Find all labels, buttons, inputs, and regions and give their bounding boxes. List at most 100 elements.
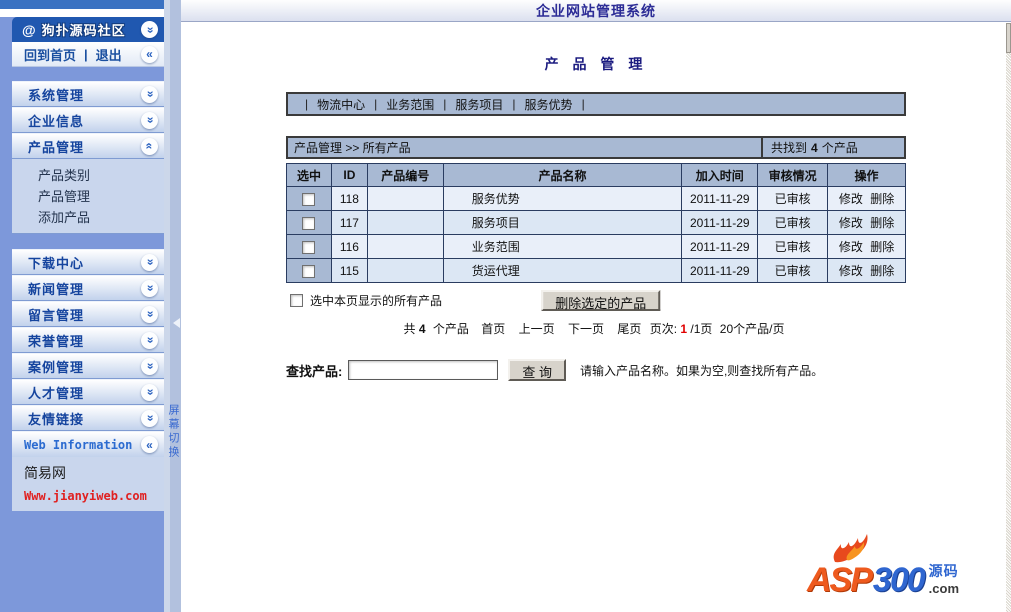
cell-name: 业务范围 xyxy=(442,234,683,259)
col-header-id: ID xyxy=(330,163,368,187)
row-checkbox[interactable] xyxy=(302,240,316,254)
cell-date: 2011-11-29 xyxy=(681,258,759,283)
delete-link[interactable]: 删除 xyxy=(870,240,894,254)
table-row: 117 服务项目 2011-11-29 已审核 修改 删除 xyxy=(286,210,906,235)
search-row: 查找产品: 查 询 请输入产品名称。如果为空,则查找所有产品。 xyxy=(286,359,906,381)
col-header-code: 产品编号 xyxy=(366,163,444,187)
sidebar-item-product-mgmt[interactable]: 产品管理 « xyxy=(12,133,164,159)
home-separator: | xyxy=(84,46,88,62)
chevron-down-icon: « xyxy=(141,409,158,427)
table-row: 115 货运代理 2011-11-29 已审核 修改 删除 xyxy=(286,258,906,283)
sidebar-item-download-center[interactable]: 下载中心 « xyxy=(12,249,164,275)
sidebar-item-honor-mgmt[interactable]: 荣誉管理 « xyxy=(12,327,164,353)
chevron-down-icon: « xyxy=(141,305,158,323)
chevron-down-icon: « xyxy=(141,85,158,103)
delete-selected-button[interactable]: 删除选定的产品 xyxy=(541,290,661,311)
delete-link[interactable]: 删除 xyxy=(870,216,894,230)
chevron-down-icon: « xyxy=(141,383,158,401)
sidebar-item-company-info[interactable]: 企业信息 « xyxy=(12,107,164,133)
pagination: 共 4 个产品 首页 上一页 下一页 尾页 页次: 1 /1页 20个产品/页 xyxy=(403,322,785,336)
collapse-arrow-icon[interactable] xyxy=(173,318,180,328)
row-checkbox[interactable] xyxy=(302,264,316,278)
cell-name: 货运代理 xyxy=(442,258,683,283)
breadcrumb: 产品管理 >> 所有产品 xyxy=(294,141,411,155)
cell-code xyxy=(366,210,444,235)
chevron-down-icon: « xyxy=(141,279,158,297)
cell-name: 服务优势 xyxy=(442,186,683,211)
flame-icon xyxy=(833,534,868,563)
search-button[interactable]: 查 询 xyxy=(508,359,566,381)
row-checkbox[interactable] xyxy=(302,216,316,230)
sidebar-item-hr-mgmt[interactable]: 人才管理 « xyxy=(12,379,164,405)
cell-id: 118 xyxy=(330,186,368,211)
category-tab-bar: | 物流中心 | 业务范围 | 服务项目 | 服务优势 | xyxy=(286,92,906,116)
product-submenu: 产品类别 产品管理 添加产品 xyxy=(12,159,164,234)
search-label: 查找产品: xyxy=(286,363,343,379)
screen-toggle-strip[interactable]: 屏幕切换 xyxy=(164,0,181,612)
cell-date: 2011-11-29 xyxy=(681,234,759,259)
cell-status: 已审核 xyxy=(757,234,829,259)
cell-code xyxy=(366,186,444,211)
chevron-down-icon: « xyxy=(141,111,158,129)
current-page: 1 xyxy=(680,322,688,336)
cell-id: 116 xyxy=(330,234,368,259)
logo-cn-text: 源码 xyxy=(928,563,959,579)
last-page-link[interactable]: 尾页 xyxy=(617,322,641,336)
brand-header: @ 狗扑源码社区 « xyxy=(12,17,164,42)
edit-link[interactable]: 修改 xyxy=(839,240,863,254)
brand-title: 狗扑源码社区 xyxy=(41,23,126,38)
delete-link[interactable]: 删除 xyxy=(870,264,894,278)
chevron-left-icon: « xyxy=(146,47,153,61)
cell-id: 117 xyxy=(330,210,368,235)
sidebar-item-links[interactable]: 友情链接 « xyxy=(12,405,164,431)
table-header-row: 选中 ID 产品编号 产品名称 加入时间 审核情况 操作 xyxy=(286,163,906,187)
sidebar-collapse-button[interactable]: « xyxy=(141,45,158,63)
tab-logistics-center[interactable]: 物流中心 xyxy=(317,96,365,113)
web-information-header[interactable]: Web Information « xyxy=(12,431,164,457)
sidebar-subitem-add-product[interactable]: 添加产品 xyxy=(12,206,164,227)
sidebar-subitem-product-mgmt[interactable]: 产品管理 xyxy=(12,185,164,206)
logout-link[interactable]: 退出 xyxy=(96,45,122,64)
found-count: 共找到 4 个产品 xyxy=(761,138,904,157)
col-header-operation: 操作 xyxy=(827,163,906,187)
main-title-bar: 企业网站管理系统 xyxy=(181,0,1011,22)
sidebar-item-system-mgmt[interactable]: 系统管理 « xyxy=(12,81,164,107)
cell-status: 已审核 xyxy=(757,186,829,211)
first-page-link[interactable]: 首页 xyxy=(481,322,505,336)
chevron-down-icon: « xyxy=(142,26,157,33)
found-count-number: 4 xyxy=(811,140,818,155)
sidebar-item-message-mgmt[interactable]: 留言管理 « xyxy=(12,301,164,327)
row-checkbox[interactable] xyxy=(302,192,316,206)
at-icon: @ xyxy=(22,21,36,38)
chevron-up-icon: « xyxy=(141,137,158,155)
edit-link[interactable]: 修改 xyxy=(839,264,863,278)
page-label: 页次: xyxy=(649,322,678,336)
site-url-link[interactable]: Www.jianyiweb.com xyxy=(24,489,164,503)
home-link[interactable]: 回到首页 xyxy=(24,45,76,64)
sidebar-subitem-product-category[interactable]: 产品类别 xyxy=(12,164,164,185)
delete-link[interactable]: 删除 xyxy=(870,192,894,206)
sidebar: @ 狗扑源码社区 « 回到首页 | 退出 « 系统管理 « 企业信息 « 产品管… xyxy=(0,0,164,612)
select-all-checkbox[interactable] xyxy=(290,294,303,307)
sidebar-item-case-mgmt[interactable]: 案例管理 « xyxy=(12,353,164,379)
edit-link[interactable]: 修改 xyxy=(839,192,863,206)
web-information-box: 简易网 Www.jianyiweb.com xyxy=(12,457,164,511)
vertical-scrollbar[interactable] xyxy=(1006,23,1011,612)
tab-business-scope[interactable]: 业务范围 xyxy=(386,96,434,113)
search-input[interactable] xyxy=(348,360,499,380)
edit-link[interactable]: 修改 xyxy=(839,216,863,230)
prev-page-link[interactable]: 上一页 xyxy=(519,322,555,336)
scrollbar-thumb[interactable] xyxy=(1006,23,1011,53)
brand-collapse-button[interactable]: « xyxy=(141,21,158,38)
total-count: 4 xyxy=(418,322,426,336)
next-page-link[interactable]: 下一页 xyxy=(568,322,604,336)
screen-toggle-label: 屏幕切换 xyxy=(167,404,179,460)
cell-code xyxy=(366,258,444,283)
breadcrumb-bar: 产品管理 >> 所有产品 共找到 4 个产品 xyxy=(286,136,906,159)
tab-service-advantage[interactable]: 服务优势 xyxy=(525,96,573,113)
search-hint: 请输入产品名称。如果为空,则查找所有产品。 xyxy=(579,363,824,378)
col-header-date: 加入时间 xyxy=(681,163,759,187)
tab-service-items[interactable]: 服务项目 xyxy=(455,96,503,113)
col-header-name: 产品名称 xyxy=(442,163,683,187)
sidebar-item-news-mgmt[interactable]: 新闻管理 « xyxy=(12,275,164,301)
